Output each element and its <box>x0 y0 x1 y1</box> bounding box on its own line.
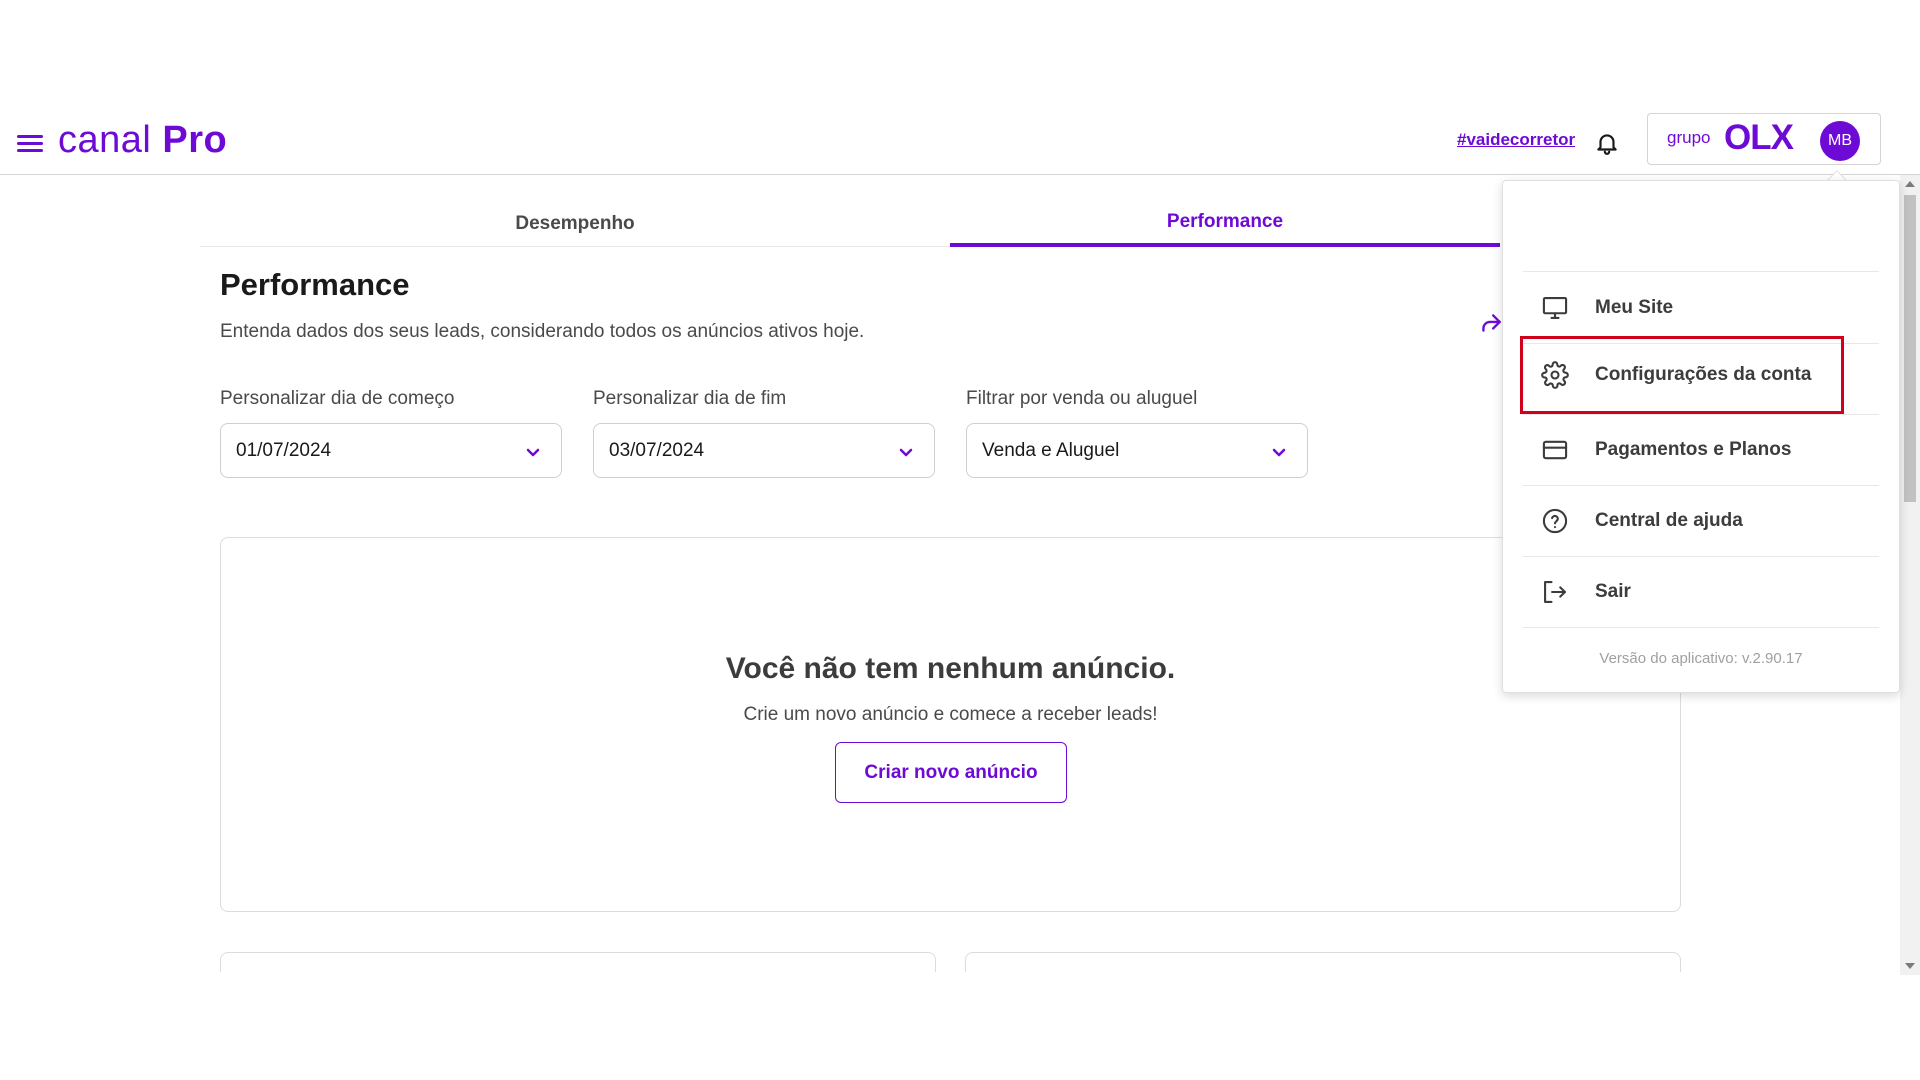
empty-state-card: Você não tem nenhum anúncio. Crie um nov… <box>220 537 1681 912</box>
end-date-select[interactable]: 03/07/2024 <box>593 423 935 478</box>
menu-item-label: Pagamentos e Planos <box>1595 439 1792 460</box>
avatar[interactable]: MB <box>1820 121 1860 161</box>
start-date-value: 01/07/2024 <box>236 440 332 461</box>
sale-rent-select[interactable]: Venda e Aluguel <box>966 423 1308 478</box>
chevron-down-icon <box>526 448 540 457</box>
hashtag-link[interactable]: #vaidecorretor <box>1457 130 1575 150</box>
start-date-select[interactable]: 01/07/2024 <box>220 423 562 478</box>
canal-pro-logo[interactable]: canal Pro <box>58 119 227 162</box>
menu-hamburger-icon[interactable] <box>17 134 43 154</box>
gear-icon <box>1541 361 1569 389</box>
grupo-text: grupo <box>1667 128 1711 147</box>
summary-card-right <box>965 952 1681 972</box>
tab-bar: Desempenho Performance <box>200 200 1500 247</box>
tab-desempenho[interactable]: Desempenho <box>200 200 950 247</box>
monitor-icon <box>1542 297 1568 319</box>
summary-card-left <box>220 952 936 972</box>
end-date-label: Personalizar dia de fim <box>593 388 787 409</box>
brand-bold-text: Pro <box>162 119 228 161</box>
menu-item-label: Sair <box>1595 581 1631 602</box>
olx-logo: OLX <box>1724 118 1794 157</box>
menu-divider <box>1523 627 1879 628</box>
tab-performance[interactable]: Performance <box>950 200 1500 247</box>
scroll-up-arrow-icon[interactable] <box>1905 181 1915 187</box>
menu-item-meu-site[interactable]: Meu Site <box>1523 273 1879 343</box>
chevron-down-icon <box>899 448 913 457</box>
scroll-down-arrow-icon[interactable] <box>1905 963 1915 969</box>
menu-item-sair[interactable]: Sair <box>1523 557 1879 627</box>
help-circle-icon <box>1542 508 1568 534</box>
sale-rent-label: Filtrar por venda ou aluguel <box>966 388 1198 409</box>
empty-state-title: Você não tem nenhum anúncio. <box>725 652 1176 685</box>
top-header: canal Pro #vaidecorretor grupo OLX MB <box>0 109 1920 175</box>
menu-item-label: Configurações da conta <box>1595 364 1812 385</box>
page-title: Performance <box>220 267 410 302</box>
brand-light-text: canal <box>58 119 152 161</box>
account-dropdown-menu: Meu Site Configurações da conta Pagament… <box>1502 180 1900 693</box>
menu-item-configuracoes[interactable]: Configurações da conta <box>1520 336 1844 414</box>
sale-rent-value: Venda e Aluguel <box>982 440 1120 461</box>
logout-icon <box>1544 581 1566 603</box>
app-version-text: Versão do aplicativo: v.2.90.17 <box>1599 650 1803 667</box>
share-icon[interactable] <box>1478 310 1504 336</box>
menu-item-label: Meu Site <box>1595 297 1674 318</box>
page-subtitle: Entenda dados dos seus leads, consideran… <box>220 321 865 342</box>
menu-item-pagamentos[interactable]: Pagamentos e Planos <box>1523 415 1879 485</box>
menu-item-central-ajuda[interactable]: Central de ajuda <box>1523 486 1879 556</box>
end-date-value: 03/07/2024 <box>609 440 705 461</box>
chevron-down-icon <box>1272 448 1286 457</box>
scrollbar-thumb[interactable] <box>1904 195 1916 502</box>
page: { "header": { "brand_light": "canal", "b… <box>0 0 1920 1080</box>
empty-state-subtitle: Crie um novo anúncio e comece a receber … <box>743 704 1158 725</box>
start-date-label: Personalizar dia de começo <box>220 388 455 409</box>
account-menu-button[interactable]: grupo OLX MB <box>1647 113 1881 165</box>
menu-item-label: Central de ajuda <box>1595 510 1743 531</box>
credit-card-icon <box>1542 440 1568 460</box>
notification-bell-icon[interactable] <box>1594 129 1620 157</box>
create-listing-button[interactable]: Criar novo anúncio <box>835 742 1067 803</box>
menu-divider <box>1523 271 1879 272</box>
page-scrollbar[interactable] <box>1900 175 1920 975</box>
